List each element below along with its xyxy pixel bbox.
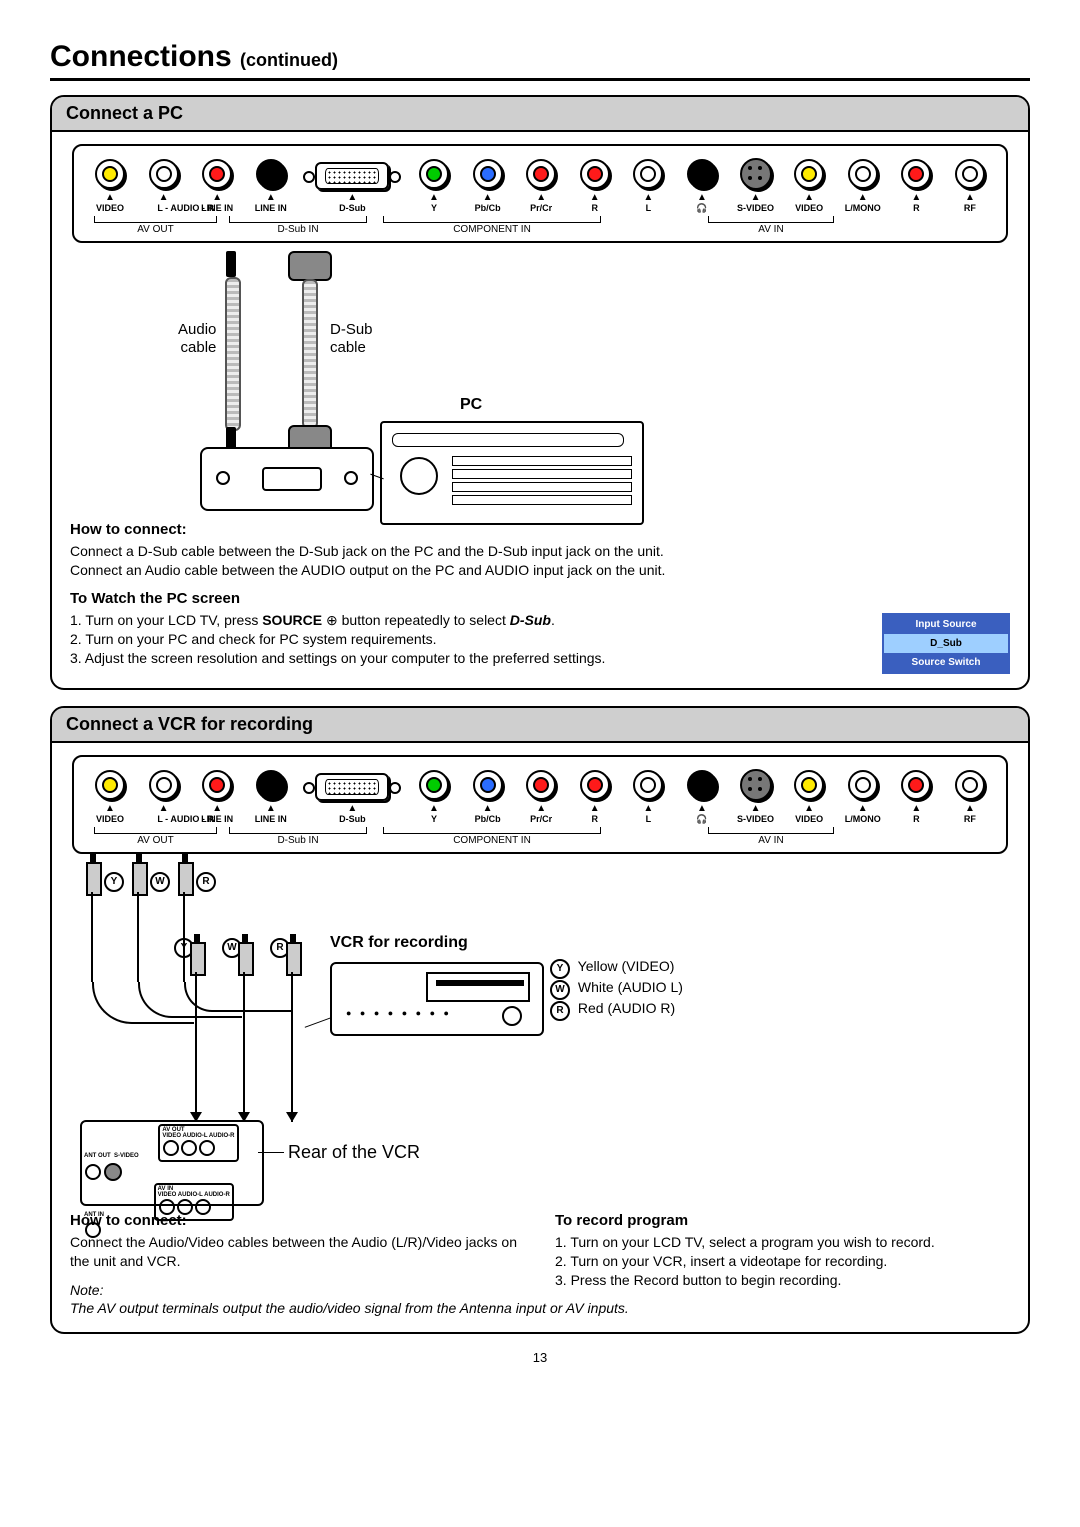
audio-cable-icon xyxy=(225,277,241,431)
pc-illustration-icon xyxy=(380,421,644,525)
watch-heading: To Watch the PC screen xyxy=(70,590,1010,607)
watch-step-1: 1. Turn on your LCD TV, press SOURCE ⊕ b… xyxy=(70,611,1010,630)
rca-r-top-icon xyxy=(178,862,194,896)
section-vcr-header: Connect a VCR for recording xyxy=(52,708,1028,743)
jack-pr xyxy=(526,159,556,189)
how-connect-1: Connect a D-Sub cable between the D-Sub … xyxy=(70,542,1010,561)
vcr-rear-icon: ANT OUT S-VIDEO AV OUT VIDEO AUDIO-L AUD… xyxy=(80,1120,264,1206)
jack-video-out xyxy=(95,159,125,189)
jack-audio-r-out xyxy=(202,159,232,189)
vcr-record-1: 1. Turn on your LCD TV, select a program… xyxy=(555,1233,1010,1252)
page-title: Connections (continued) xyxy=(50,40,1030,74)
jack-avin-l xyxy=(848,159,878,189)
jack-avin-video2 xyxy=(794,770,824,800)
group-compin: COMPONENT IN xyxy=(453,224,531,235)
jack-svideo2 xyxy=(740,769,772,801)
jack-avin-l2 xyxy=(848,770,878,800)
jack-comp-r2 xyxy=(580,770,610,800)
jack-comp-r xyxy=(580,159,610,189)
vcr-note-h: Note: xyxy=(70,1281,525,1300)
audio-cable-label: Audio cable xyxy=(178,321,216,357)
jack-dsub2 xyxy=(315,773,389,801)
vcr-legend: Y Yellow (VIDEO) W White (AUDIO L) R Red… xyxy=(550,958,683,1021)
jack-avin-video xyxy=(794,159,824,189)
vcr-diagram: Y W R Y W R VCR for recording xyxy=(70,862,1010,1202)
jack-pr2 xyxy=(526,770,556,800)
rca-y-bot-icon xyxy=(190,942,206,976)
section-connect-vcr: Connect a VCR for recording xyxy=(50,706,1030,1335)
jack-line-in xyxy=(256,159,286,189)
jack-headphone xyxy=(687,159,717,189)
pc-diagram: Audio cable D-Sub cable PC xyxy=(70,251,1010,511)
jack-pb xyxy=(473,159,503,189)
pc-backpanel-icon xyxy=(200,447,374,511)
group-avout: AV OUT xyxy=(137,224,173,235)
vcr-rear-label: Rear of the VCR xyxy=(288,1142,420,1163)
jack-rf xyxy=(955,159,985,189)
dsub-plug-top-icon xyxy=(288,251,332,281)
group-dsubin: D-Sub IN xyxy=(277,224,318,235)
vcr-illustration-icon: ● ● ● ● ● ● ● ● xyxy=(330,962,544,1036)
jack-dsub xyxy=(315,162,389,190)
rca-y-top-icon xyxy=(86,862,102,896)
jack-avin-r2 xyxy=(901,770,931,800)
jack-comp-l2 xyxy=(633,770,663,800)
jack-y xyxy=(419,159,449,189)
title-main: Connections xyxy=(50,40,232,73)
jack-avin-r xyxy=(901,159,931,189)
group-avin: AV IN xyxy=(758,224,783,235)
vcr-recording-label: VCR for recording xyxy=(330,934,468,952)
rear-panel-vcr: ▲▲▲▲▲▲▲▲▲▲▲▲▲▲▲▲ VIDEO L - AUDIO - R LIN… xyxy=(72,755,1008,854)
jack-line-in2 xyxy=(256,770,286,800)
source-title: Input Source xyxy=(884,615,1008,634)
title-rule xyxy=(50,78,1030,81)
jack-comp-l xyxy=(633,159,663,189)
vcr-record-h: To record program xyxy=(555,1212,1010,1229)
vcr-record-3: 3. Press the Record button to begin reco… xyxy=(555,1271,1010,1290)
port-labels-row: VIDEO L - AUDIO - R LINE IN LINE IN D-Su… xyxy=(80,203,1000,214)
jack-headphone2 xyxy=(687,770,717,800)
section-pc-header: Connect a PC xyxy=(52,97,1028,132)
rear-panel-pc: ▲▲▲▲▲▲▲▲▲▲▲▲▲▲▲▲ VIDEO L - AUDIO - R LIN… xyxy=(72,144,1008,243)
jack-audio-r-out2 xyxy=(202,770,232,800)
rca-w-bot-icon xyxy=(238,942,254,976)
page-number: 13 xyxy=(50,1350,1030,1365)
jack-svideo xyxy=(740,158,772,190)
rca-r-bot-icon xyxy=(286,942,302,976)
section-connect-pc: Connect a PC ▲▲▲▲▲▲▲▲▲ xyxy=(50,95,1030,690)
jack-pb2 xyxy=(473,770,503,800)
title-suffix: (continued) xyxy=(240,50,338,70)
source-footer: Source Switch xyxy=(884,653,1008,672)
jack-y2 xyxy=(419,770,449,800)
audio-plug-top-icon xyxy=(226,251,236,277)
watch-step-2: 2. Turn on your PC and check for PC syst… xyxy=(70,630,1010,649)
source-selected: D_Sub xyxy=(884,634,1008,653)
jack-audio-l-out2 xyxy=(149,770,179,800)
jack-video-out2 xyxy=(95,770,125,800)
pc-label: PC xyxy=(460,396,482,414)
rca-w-top-icon xyxy=(132,862,148,896)
how-connect-2: Connect an Audio cable between the AUDIO… xyxy=(70,561,1010,580)
dsub-cable-icon xyxy=(302,279,318,429)
source-menu: Input Source D_Sub Source Switch xyxy=(882,613,1010,674)
vcr-note-t: The AV output terminals output the audio… xyxy=(70,1299,1010,1318)
jack-audio-l-out xyxy=(149,159,179,189)
watch-step-3: 3. Adjust the screen resolution and sett… xyxy=(70,649,1010,668)
dsub-cable-label: D-Sub cable xyxy=(330,321,373,357)
vcr-record-2: 2. Turn on your VCR, insert a videotape … xyxy=(555,1252,1010,1271)
jack-rf2 xyxy=(955,770,985,800)
